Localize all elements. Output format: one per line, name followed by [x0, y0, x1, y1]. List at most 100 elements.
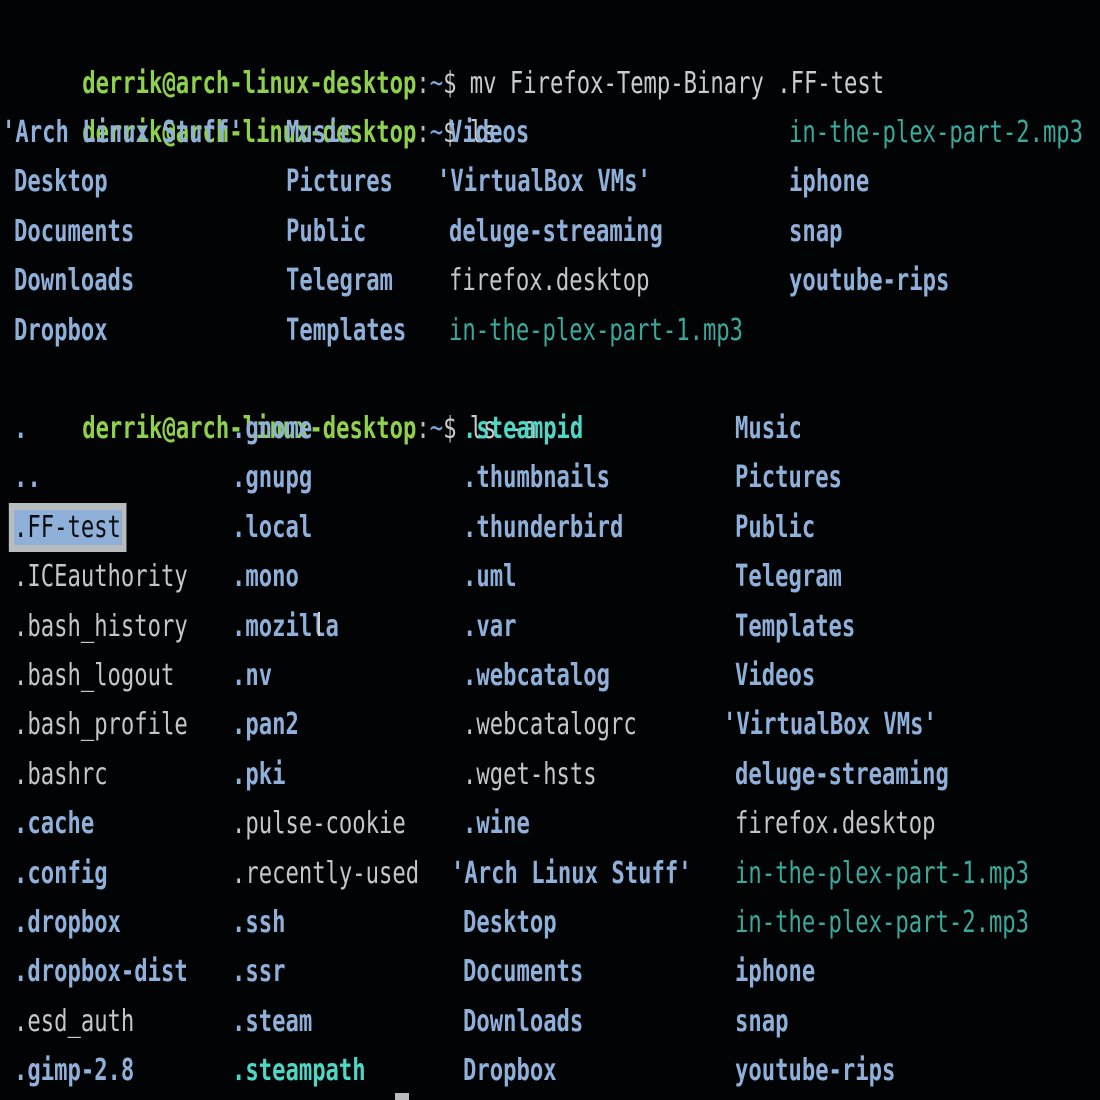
selected-entry[interactable]: .FF-test	[8, 502, 127, 552]
directory-entry[interactable]: iphone	[735, 954, 815, 989]
directory-entry[interactable]: Pictures	[735, 460, 842, 495]
directory-entry[interactable]: Videos	[449, 115, 529, 150]
directory-entry[interactable]: 'VirtualBox VMs'	[723, 707, 937, 742]
directory-entry[interactable]: ..	[14, 460, 41, 495]
directory-entry[interactable]: .wine	[463, 806, 530, 841]
directory-entry[interactable]: Templates	[735, 609, 855, 644]
listing-row: Documents Public deluge-streaming snap	[0, 207, 1100, 256]
directory-entry[interactable]: Public	[286, 214, 366, 249]
audio-file-entry[interactable]: in-the-plex-part-1.mp3	[735, 856, 1029, 891]
directory-entry[interactable]: .var	[463, 609, 516, 644]
listing-row: .ICEauthority .mono .uml Telegram	[0, 552, 1100, 601]
symlink-entry[interactable]: .steampid	[463, 411, 583, 446]
listing-row: .gimp-2.8 .steampath Dropbox youtube-rips	[0, 1046, 1100, 1095]
file-entry[interactable]: .webcatalogrc	[463, 707, 637, 742]
audio-file-entry[interactable]: in-the-plex-part-2.mp3	[789, 115, 1083, 150]
listing-row: . .gnome .steampid Music	[0, 404, 1100, 453]
directory-entry[interactable]: .dropbox-dist	[14, 954, 188, 989]
audio-file-entry[interactable]: in-the-plex-part-2.mp3	[735, 905, 1029, 940]
directory-entry[interactable]: iphone	[789, 164, 869, 199]
directory-entry[interactable]: Documents	[463, 954, 583, 989]
directory-entry[interactable]: .cache	[14, 806, 94, 841]
terminal-window[interactable]: derrik@arch-linux-desktop:~$ mv Firefox-…	[0, 0, 1100, 1100]
listing-row: .bash_history .mozilla .var Templates	[0, 602, 1100, 651]
directory-entry[interactable]: .pki	[232, 757, 285, 792]
directory-entry[interactable]: Telegram	[735, 559, 842, 594]
directory-entry[interactable]: Telegram	[286, 263, 393, 298]
prompt-line-ls-a: derrik@arch-linux-desktop:~$ ls -a	[0, 355, 1100, 446]
directory-entry[interactable]: .dropbox	[14, 905, 121, 940]
listing-row: .dropbox-dist .ssr Documents iphone	[0, 947, 1100, 996]
directory-entry[interactable]: Documents	[14, 214, 134, 249]
directory-entry[interactable]: 'Arch Linux Stuff'	[451, 856, 692, 891]
file-entry[interactable]: .bashrc	[14, 757, 108, 792]
file-entry[interactable]: .bash_logout	[14, 658, 174, 693]
file-entry[interactable]: firefox.desktop	[449, 263, 649, 298]
directory-entry[interactable]: .thunderbird	[463, 510, 623, 545]
listing-row: .bashrc .pki .wget-hsts deluge-streaming	[0, 750, 1100, 799]
directory-entry[interactable]: Music	[735, 411, 802, 446]
listing-row: .. .gnupg .thumbnails Pictures	[0, 453, 1100, 502]
directory-entry[interactable]: Public	[735, 510, 815, 545]
mouse-ibeam-cursor-icon	[318, 612, 320, 636]
directory-entry[interactable]: .webcatalog	[463, 658, 610, 693]
symlink-entry[interactable]: .steampath	[232, 1053, 366, 1088]
directory-entry[interactable]: Pictures	[286, 164, 393, 199]
directory-entry[interactable]: snap	[735, 1004, 788, 1039]
listing-row: Desktop Pictures 'VirtualBox VMs' iphone	[0, 157, 1100, 206]
directory-entry[interactable]: .config	[14, 856, 108, 891]
file-entry[interactable]: .wget-hsts	[463, 757, 597, 792]
directory-entry[interactable]: .gnupg	[232, 460, 312, 495]
listing-row: .config .recently-used 'Arch Linux Stuff' i…	[0, 849, 1100, 898]
directory-entry[interactable]: youtube-rips	[735, 1053, 895, 1088]
directory-entry[interactable]: .ssh	[232, 905, 285, 940]
file-entry[interactable]: .bash_profile	[14, 707, 188, 742]
prompt-line-ls: derrik@arch-linux-desktop:~$ ls	[0, 59, 1100, 150]
directory-entry[interactable]: deluge-streaming	[735, 757, 949, 792]
listing-row: Dropbox Templates in-the-plex-part-1.mp3	[0, 306, 1100, 355]
listing-row: .FF-test .local .thunderbird Public	[0, 502, 1100, 552]
listing-row: Downloads Telegram firefox.desktop youtube-…	[0, 256, 1100, 305]
directory-entry[interactable]: 'VirtualBox VMs'	[437, 164, 651, 199]
directory-entry[interactable]: Music	[286, 115, 353, 150]
file-entry[interactable]: firefox.desktop	[735, 806, 935, 841]
directory-entry[interactable]: .uml	[463, 559, 516, 594]
listing-row: .esd_auth .steam Downloads snap	[0, 997, 1100, 1046]
directory-entry[interactable]: .pan2	[232, 707, 299, 742]
directory-entry[interactable]: .mozilla	[232, 609, 339, 644]
directory-entry[interactable]: Videos	[735, 658, 815, 693]
file-entry[interactable]: .bash_history	[14, 609, 188, 644]
directory-entry[interactable]: Downloads	[14, 263, 134, 298]
listing-row: .dropbox .ssh Desktop in-the-plex-part-2.mp…	[0, 898, 1100, 947]
directory-entry[interactable]: .local	[232, 510, 312, 545]
directory-entry[interactable]: Dropbox	[14, 313, 108, 348]
directory-entry[interactable]: .mono	[232, 559, 299, 594]
listing-row: .cache .pulse-cookie .wine firefox.desktop	[0, 799, 1100, 848]
directory-entry[interactable]: youtube-rips	[789, 263, 949, 298]
directory-entry[interactable]: deluge-streaming	[449, 214, 663, 249]
directory-entry[interactable]: 'Arch Linux Stuff'	[2, 115, 243, 150]
directory-entry[interactable]: Dropbox	[463, 1053, 557, 1088]
listing-row: 'Arch Linux Stuff' Music Videos in-the-plex…	[0, 108, 1100, 157]
prompt-line-mv: derrik@arch-linux-desktop:~$ mv Firefox-…	[0, 10, 1100, 101]
listing-row: .bash_logout .nv .webcatalog Videos	[0, 651, 1100, 700]
file-entry[interactable]: .esd_auth	[14, 1004, 134, 1039]
directory-entry[interactable]: Templates	[286, 313, 406, 348]
directory-entry[interactable]: Downloads	[463, 1004, 583, 1039]
file-entry[interactable]: .ICEauthority	[14, 559, 188, 594]
directory-entry[interactable]: snap	[789, 214, 842, 249]
terminal-text-cursor	[395, 1093, 409, 1100]
directory-entry[interactable]: .gnome	[232, 411, 312, 446]
listing-row: .bash_profile .pan2 .webcatalogrc 'VirtualB…	[0, 700, 1100, 749]
directory-entry[interactable]: .nv	[232, 658, 272, 693]
file-entry[interactable]: .pulse-cookie	[232, 806, 406, 841]
audio-file-entry[interactable]: in-the-plex-part-1.mp3	[449, 313, 743, 348]
directory-entry[interactable]: .gimp-2.8	[14, 1053, 134, 1088]
directory-entry[interactable]: .steam	[232, 1004, 312, 1039]
directory-entry[interactable]: .	[14, 411, 27, 446]
file-entry[interactable]: .recently-used	[232, 856, 419, 891]
directory-entry[interactable]: Desktop	[14, 164, 108, 199]
directory-entry[interactable]: .ssr	[232, 954, 285, 989]
directory-entry[interactable]: .thumbnails	[463, 460, 610, 495]
directory-entry[interactable]: Desktop	[463, 905, 557, 940]
